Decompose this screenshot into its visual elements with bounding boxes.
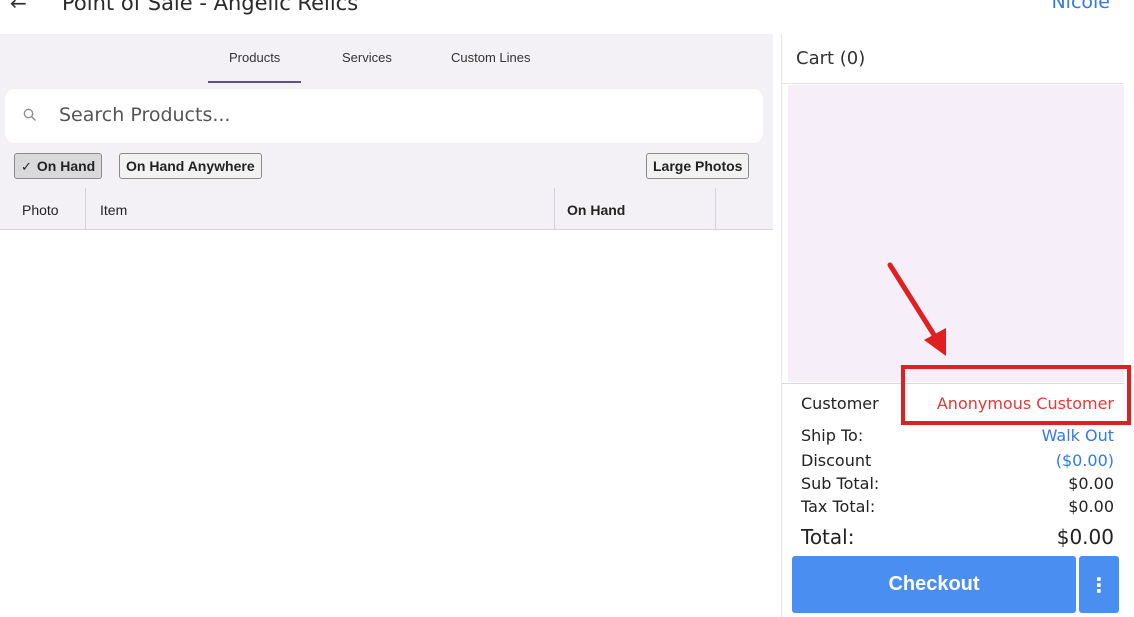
large-photos-toggle[interactable]: Large Photos xyxy=(646,153,750,179)
column-divider[interactable] xyxy=(554,188,555,230)
column-item[interactable]: Item xyxy=(100,188,127,230)
ship-to-link[interactable]: Walk Out xyxy=(1042,426,1114,445)
cart-summary: Customer Anonymous Customer Ship To: Wal… xyxy=(782,383,1124,553)
discount-link[interactable]: ($0.00) xyxy=(1056,451,1114,470)
subtotal-value: $0.00 xyxy=(1068,474,1114,493)
tabs-bar: Products Services Custom Lines xyxy=(0,34,773,84)
tax-value: $0.00 xyxy=(1068,497,1114,516)
column-on-hand[interactable]: On Hand xyxy=(567,188,625,230)
total-label: Total: xyxy=(801,525,855,549)
tab-services[interactable]: Services xyxy=(342,50,392,65)
tab-products[interactable]: Products xyxy=(207,50,302,83)
cart-items-list xyxy=(788,85,1124,382)
back-arrow-icon[interactable]: ← xyxy=(10,0,27,15)
on-hand-filter-label: On Hand xyxy=(36,158,96,174)
cart-panel: Cart (0) Customer Anonymous Customer Shi… xyxy=(781,34,1134,617)
column-divider[interactable] xyxy=(715,188,716,230)
search-box[interactable] xyxy=(5,89,763,143)
tab-custom-lines[interactable]: Custom Lines xyxy=(451,50,530,65)
products-table-header: Photo Item On Hand xyxy=(0,188,773,230)
products-panel: Products Services Custom Lines ✓ On Hand … xyxy=(0,34,773,617)
check-icon: ✓ xyxy=(21,159,32,174)
customer-label: Customer xyxy=(801,394,879,413)
column-photo[interactable]: Photo xyxy=(22,188,59,230)
search-area xyxy=(0,84,773,146)
top-bar: ← Point of Sale - Angelic Relics Nicole xyxy=(0,0,1134,34)
on-hand-filter-chip[interactable]: ✓ On Hand xyxy=(14,153,103,179)
search-icon xyxy=(23,108,36,121)
cart-title: Cart (0) xyxy=(796,48,866,69)
column-divider[interactable] xyxy=(85,188,86,230)
more-vertical-icon[interactable]: ⋮ xyxy=(1079,556,1119,613)
page-title: Point of Sale - Angelic Relics xyxy=(62,0,359,15)
subtotal-label: Sub Total: xyxy=(801,474,880,493)
tax-label: Tax Total: xyxy=(801,497,876,516)
filter-bar: ✓ On Hand On Hand Anywhere Large Photos xyxy=(0,146,773,188)
products-table-body xyxy=(0,231,773,617)
customer-selector[interactable]: Anonymous Customer xyxy=(937,394,1114,413)
search-input[interactable] xyxy=(57,99,737,131)
ship-to-label: Ship To: xyxy=(801,426,864,445)
on-hand-anywhere-filter-chip[interactable]: On Hand Anywhere xyxy=(119,153,262,179)
checkout-button[interactable]: Checkout xyxy=(792,556,1076,613)
discount-label: Discount xyxy=(801,451,872,470)
cart-header: Cart (0) xyxy=(782,34,1124,84)
total-value: $0.00 xyxy=(1056,525,1114,549)
user-name-link[interactable]: Nicole xyxy=(1051,0,1110,13)
